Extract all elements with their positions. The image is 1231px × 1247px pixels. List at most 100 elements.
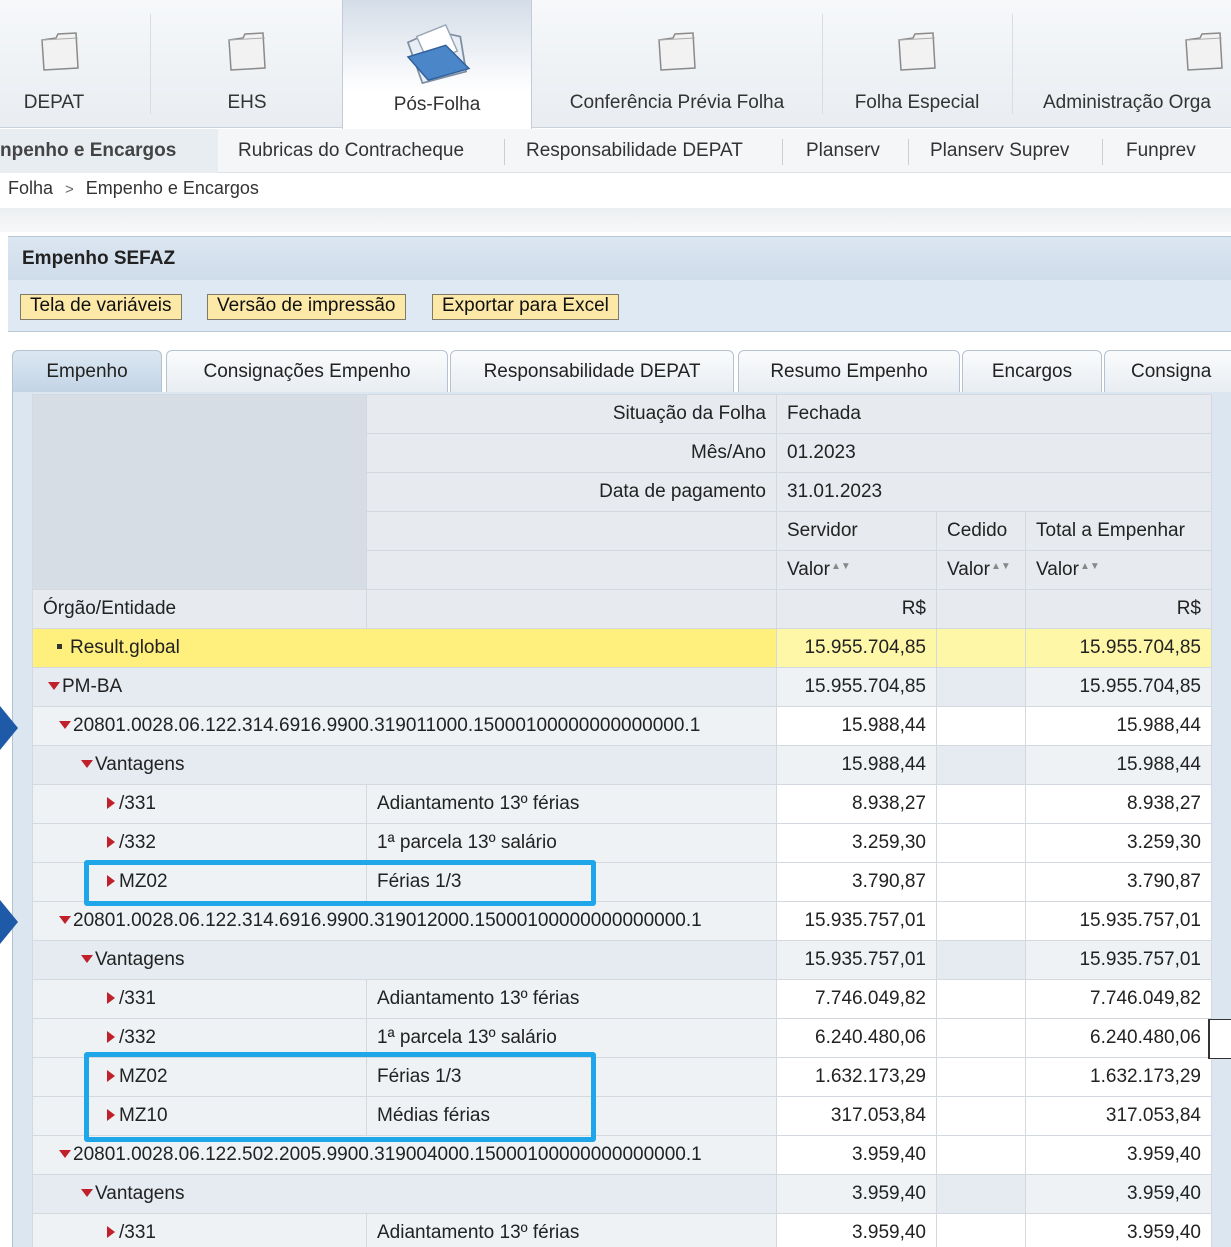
collapse-icon[interactable] xyxy=(59,1150,71,1158)
table-row: /332 1ª parcela 13º salário 3.259,30 3.2… xyxy=(32,823,1212,863)
collapse-icon[interactable] xyxy=(81,760,93,768)
subnav-item-empenho-encargos[interactable]: npenho e Encargos xyxy=(0,129,218,173)
workset-item-conferencia[interactable]: Conferência Prévia Folha xyxy=(532,0,822,128)
workset-item-label: EHS xyxy=(227,92,267,113)
subnav-item-rubricas[interactable]: Rubricas do Contracheque xyxy=(238,129,464,173)
variables-button[interactable]: Tela de variáveis xyxy=(20,294,182,320)
tab-resumo-empenho[interactable]: Resumo Empenho xyxy=(738,350,960,392)
datapag-label: Data de pagamento xyxy=(366,472,777,512)
tab-strip: Empenho Consignações Empenho Responsabil… xyxy=(8,340,1231,392)
row-label[interactable]: PM-BA xyxy=(32,667,777,707)
cell-servidor: 15.935.757,01 xyxy=(776,940,937,980)
highlight-box xyxy=(84,860,596,906)
table-row: PM-BA 15.955.704,85 15.955.704,85 xyxy=(32,667,1212,707)
cell-cedido xyxy=(936,1057,1026,1097)
subnav-label: Funprev xyxy=(1126,140,1196,161)
subnav-item-planserv-suprev[interactable]: Planserv Suprev xyxy=(930,129,1069,173)
breadcrumb-root[interactable]: Folha xyxy=(8,178,53,198)
expand-icon[interactable] xyxy=(107,797,115,809)
sort-total[interactable]: Valor▲▼ xyxy=(1025,550,1212,590)
collapse-icon[interactable] xyxy=(81,1189,93,1197)
workset-item-label: Folha Especial xyxy=(854,92,980,113)
expand-icon[interactable] xyxy=(107,836,115,848)
expand-icon[interactable] xyxy=(107,1031,115,1043)
workset-item-folha-especial[interactable]: Folha Especial xyxy=(822,0,1012,128)
sort-icon[interactable]: ▲▼ xyxy=(991,561,1011,572)
collapse-icon[interactable] xyxy=(81,955,93,963)
export-excel-button[interactable]: Exportar para Excel xyxy=(432,294,619,320)
collapse-icon[interactable] xyxy=(48,682,60,690)
print-version-button[interactable]: Versão de impressão xyxy=(207,294,406,320)
cell-servidor: 6.240.480,06 xyxy=(776,1018,937,1058)
row-label[interactable]: 20801.0028.06.122.314.6916.9900.31901100… xyxy=(32,706,777,746)
orgao-label: Órgão/Entidade xyxy=(32,589,367,629)
row-label[interactable]: 20801.0028.06.122.314.6916.9900.31901200… xyxy=(32,901,777,941)
cell-servidor: 3.959,40 xyxy=(776,1174,937,1214)
header-blank xyxy=(32,394,367,590)
subnav-item-responsabilidade[interactable]: Responsabilidade DEPAT xyxy=(526,129,743,173)
divider-band xyxy=(0,208,1231,232)
cell-total: 15.935.757,01 xyxy=(1025,901,1212,941)
row-code[interactable]: /331 xyxy=(32,784,367,824)
breadcrumb-current: Empenho e Encargos xyxy=(85,178,259,198)
cell-servidor: 15.988,44 xyxy=(776,706,937,746)
workset-item-label: Conferência Prévia Folha xyxy=(569,92,785,113)
subnav-label: Planserv xyxy=(806,140,880,161)
cell-cedido xyxy=(936,1096,1026,1136)
cell-cedido xyxy=(936,1213,1026,1247)
folder-icon xyxy=(41,32,79,71)
mesano-value: 01.2023 xyxy=(776,433,1212,473)
workset-item-label: Administração Orga xyxy=(1043,92,1211,113)
sort-cedido[interactable]: Valor▲▼ xyxy=(936,550,1026,590)
currency-label: R$ xyxy=(776,589,937,629)
open-folder-icon xyxy=(406,23,471,85)
subnav-label: npenho e Encargos xyxy=(0,140,177,161)
datapag-value: 31.01.2023 xyxy=(776,472,1212,512)
cell-total: 15.935.757,01 xyxy=(1025,940,1212,980)
subnav-item-planserv[interactable]: Planserv xyxy=(806,129,880,173)
header-blank xyxy=(366,511,777,551)
mesano-label: Mês/Ano xyxy=(366,433,777,473)
sort-servidor[interactable]: Valor▲▼ xyxy=(776,550,937,590)
breadcrumb-separator: > xyxy=(65,181,74,198)
tab-consigna[interactable]: Consigna xyxy=(1104,350,1231,392)
valor-label: Valor xyxy=(947,559,990,580)
cell-servidor: 7.746.049,82 xyxy=(776,979,937,1019)
tab-responsabilidade-depat[interactable]: Responsabilidade DEPAT xyxy=(450,350,734,392)
cell-cedido xyxy=(936,745,1026,785)
row-label[interactable]: Vantagens xyxy=(32,940,777,980)
cell-cedido xyxy=(936,862,1026,902)
cell-servidor: 15.955.704,85 xyxy=(776,667,937,707)
row-code[interactable]: /331 xyxy=(32,979,367,1019)
row-label[interactable]: Vantagens xyxy=(32,745,777,785)
expand-icon[interactable] xyxy=(107,992,115,1004)
toolbar: Tela de variáveis Versão de impressão Ex… xyxy=(8,280,1231,332)
row-description: Adiantamento 13º férias xyxy=(366,1213,777,1247)
breadcrumb: Folha > Empenho e Encargos xyxy=(8,178,259,199)
subnav-item-funprev[interactable]: Funprev xyxy=(1126,129,1196,173)
expand-icon[interactable] xyxy=(107,1226,115,1238)
cell-cedido xyxy=(936,823,1026,863)
tab-consignacoes-empenho[interactable]: Consignações Empenho xyxy=(166,350,448,392)
collapse-icon[interactable] xyxy=(59,721,71,729)
cell-total: 15.988,44 xyxy=(1025,745,1212,785)
workset-item-administracao[interactable]: Administração Orga xyxy=(1012,0,1231,128)
row-label[interactable]: Vantagens xyxy=(32,1174,777,1214)
tab-encargos[interactable]: Encargos xyxy=(962,350,1102,392)
tab-empenho[interactable]: Empenho xyxy=(12,350,162,392)
workset-item-pos-folha[interactable]: Pós-Folha xyxy=(342,0,532,130)
cell-total: 8.938,27 xyxy=(1025,784,1212,824)
cell-servidor: 3.259,30 xyxy=(776,823,937,863)
row-description: Adiantamento 13º férias xyxy=(366,784,777,824)
row-code[interactable]: /332 xyxy=(32,823,367,863)
workset-item-depat[interactable]: DEPAT xyxy=(0,0,120,128)
cell-total: 7.746.049,82 xyxy=(1025,979,1212,1019)
cell-total: 3.959,40 xyxy=(1025,1135,1212,1175)
cell-cedido xyxy=(936,667,1026,707)
workset-item-ehs[interactable]: EHS xyxy=(152,0,342,128)
row-code[interactable]: /331 xyxy=(32,1213,367,1247)
collapse-icon[interactable] xyxy=(59,916,71,924)
cell-total: 15.955.704,85 xyxy=(1025,667,1212,707)
sort-icon[interactable]: ▲▼ xyxy=(831,561,851,572)
sort-icon[interactable]: ▲▼ xyxy=(1080,561,1100,572)
